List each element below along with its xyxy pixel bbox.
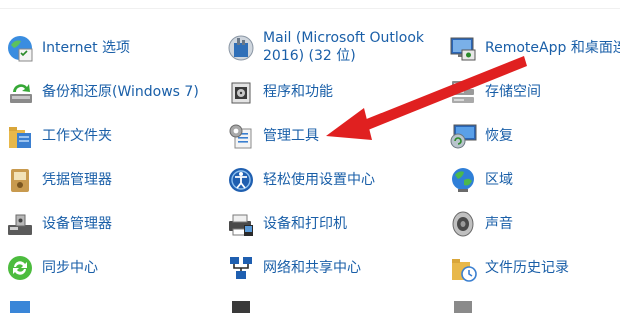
item-label: 工作文件夹: [42, 128, 112, 144]
item-recovery[interactable]: 恢复: [448, 119, 620, 155]
item-label: RemoteApp 和桌面连: [485, 40, 620, 56]
item-label: 程序和功能: [263, 84, 333, 100]
item-label: 恢复: [485, 128, 513, 144]
file-history-icon: [448, 253, 478, 283]
work-folders-icon: [5, 121, 35, 151]
item-label: 声音: [485, 216, 513, 232]
item-label: 区域: [485, 172, 513, 188]
region-icon: [448, 165, 478, 195]
item-label: 管理工具: [263, 128, 319, 144]
item-devices-printers[interactable]: 设备和打印机: [226, 207, 441, 243]
sound-icon: [448, 209, 478, 239]
item-administrative-tools[interactable]: 管理工具: [226, 119, 441, 155]
item-row7-col2[interactable]: [226, 295, 441, 331]
cut-off-item-icon: [5, 297, 35, 327]
ease-of-access-icon: [226, 165, 256, 195]
administrative-tools-icon: [226, 121, 256, 151]
item-sync-center[interactable]: 同步中心: [5, 251, 210, 287]
sync-center-icon: [5, 253, 35, 283]
recovery-icon: [448, 121, 478, 151]
item-label: 备份和还原(Windows 7): [42, 84, 199, 100]
item-programs-features[interactable]: 程序和功能: [226, 75, 441, 111]
item-file-history[interactable]: 文件历史记录: [448, 251, 620, 287]
item-label: 网络和共享中心: [263, 260, 361, 276]
item-network-sharing[interactable]: 网络和共享中心: [226, 251, 441, 287]
item-label: 凭据管理器: [42, 172, 112, 188]
item-label: Mail (Microsoft Outlook 2016) (32 位): [263, 30, 425, 64]
programs-features-icon: [226, 77, 256, 107]
item-label: 文件历史记录: [485, 260, 569, 276]
item-row7-col3[interactable]: [448, 295, 620, 331]
item-internet-options[interactable]: Internet 选项: [5, 31, 210, 67]
device-manager-icon: [5, 209, 35, 239]
item-remoteapp[interactable]: RemoteApp 和桌面连: [448, 31, 620, 67]
item-ease-of-access[interactable]: 轻松使用设置中心: [226, 163, 441, 199]
devices-printers-icon: [226, 209, 256, 239]
credential-manager-icon: [5, 165, 35, 195]
item-row7-col1[interactable]: [5, 295, 210, 331]
storage-spaces-icon: [448, 77, 478, 107]
item-label: 设备和打印机: [263, 216, 347, 232]
window-top-edge: [0, 0, 620, 9]
item-credential-manager[interactable]: 凭据管理器: [5, 163, 210, 199]
network-sharing-icon: [226, 253, 256, 283]
internet-options-icon: [5, 33, 35, 63]
item-region[interactable]: 区域: [448, 163, 620, 199]
cut-off-item-icon: [448, 297, 478, 327]
item-label: 存储空间: [485, 84, 541, 100]
remoteapp-icon: [448, 33, 478, 63]
mail-icon: [226, 33, 256, 63]
item-device-manager[interactable]: 设备管理器: [5, 207, 210, 243]
item-work-folders[interactable]: 工作文件夹: [5, 119, 210, 155]
item-label: Internet 选项: [42, 40, 131, 56]
cut-off-item-icon: [226, 297, 256, 327]
item-backup-restore[interactable]: 备份和还原(Windows 7): [5, 75, 210, 111]
item-label: 同步中心: [42, 260, 98, 276]
item-label: 轻松使用设置中心: [263, 172, 375, 188]
item-label: 设备管理器: [42, 216, 112, 232]
item-sound[interactable]: 声音: [448, 207, 620, 243]
backup-restore-icon: [5, 77, 35, 107]
item-mail[interactable]: Mail (Microsoft Outlook 2016) (32 位): [226, 30, 441, 67]
item-storage-spaces[interactable]: 存储空间: [448, 75, 620, 111]
